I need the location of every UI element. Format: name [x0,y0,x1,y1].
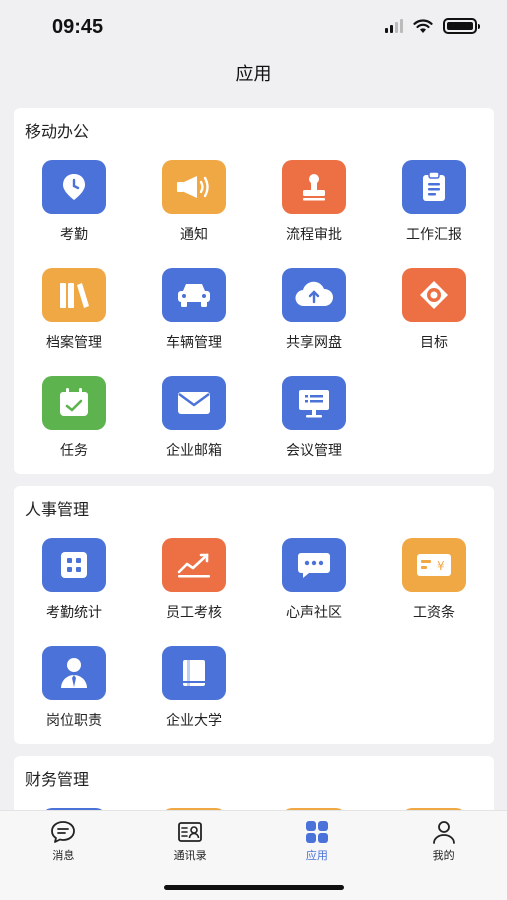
tab-apps[interactable]: 应用 [254,811,381,867]
stamp-icon [282,160,346,214]
app-finance-3[interactable] [254,798,374,810]
tab-label: 我的 [432,849,455,862]
app-meetings[interactable]: 会议管理 [254,366,374,474]
section-title: 财务管理 [25,770,90,789]
app-label: 企业大学 [166,713,222,729]
app-attendance-stats[interactable]: 考勤统计 [14,528,134,636]
app-corporate-university[interactable]: 企业大学 [134,636,254,744]
app-archive[interactable]: 档案管理 [14,258,134,366]
profile-icon [432,821,455,844]
wifi-icon [413,18,433,33]
app-label: 车辆管理 [166,335,222,351]
section-title: 移动办公 [25,122,90,141]
tab-messages[interactable]: 消息 [0,811,127,867]
apps-grid-icon [305,821,328,843]
books-icon [42,268,106,322]
app-job-duties[interactable]: 岗位职责 [14,636,134,744]
section-finance-management: 财务管理 [14,756,494,810]
cloud-upload-icon [282,268,346,322]
app-vehicles[interactable]: 车辆管理 [134,258,254,366]
app-approval[interactable]: 流程审批 [254,150,374,258]
app-label: 共享网盘 [286,335,342,351]
svg-text:¥: ¥ [437,559,445,573]
section-hr-management: 人事管理 考勤统计 员工考核 心声社区 ¥ 工资条 岗位职责 企业大学 [14,486,494,744]
battery-icon [443,18,480,34]
chat-bubble-icon [282,538,346,592]
section-title: 人事管理 [25,500,90,519]
book-icon [162,646,226,700]
contacts-icon [178,822,203,842]
app-label: 心声社区 [286,605,342,621]
app-sections: 移动办公 考勤 通知 流程审批 工作汇报 档案管理 车辆管理 共享网盘 目标 任… [14,108,494,810]
app-label: 考勤统计 [46,605,102,621]
calendar-check-icon [42,376,106,430]
app-label: 考勤 [60,227,88,243]
tab-profile[interactable]: 我的 [380,811,507,867]
target-icon [402,268,466,322]
status-bar: 09:45 [0,0,507,56]
clipboard-icon [402,160,466,214]
app-notice[interactable]: 通知 [134,150,254,258]
presentation-board-icon [282,376,346,430]
car-icon [162,268,226,322]
app-label: 企业邮箱 [166,443,222,459]
tab-label: 应用 [305,849,328,862]
app-goals[interactable]: 目标 [374,258,494,366]
location-pin-icon [42,160,106,214]
app-label: 岗位职责 [46,713,102,729]
app-label: 会议管理 [286,443,342,459]
app-shared-drive[interactable]: 共享网盘 [254,258,374,366]
app-finance-1[interactable] [14,798,134,810]
app-label: 流程审批 [286,227,342,243]
tab-label: 消息 [52,849,75,862]
mail-icon [162,376,226,430]
app-label: 工资条 [413,605,455,621]
status-icons [385,18,480,34]
app-enterprise-mail[interactable]: 企业邮箱 [134,366,254,474]
tab-contacts[interactable]: 通讯录 [127,811,254,867]
salary-card-icon: ¥ [402,538,466,592]
section-mobile-office: 移动办公 考勤 通知 流程审批 工作汇报 档案管理 车辆管理 共享网盘 目标 任… [14,108,494,474]
person-tie-icon [42,646,106,700]
app-label: 工作汇报 [406,227,462,243]
app-label: 通知 [180,227,208,243]
app-label: 员工考核 [166,605,222,621]
app-tasks[interactable]: 任务 [14,366,134,474]
app-payslip[interactable]: ¥ 工资条 [374,528,494,636]
tab-label: 通讯录 [173,849,207,862]
app-label: 任务 [60,443,88,459]
stats-grid-icon [42,538,106,592]
app-community[interactable]: 心声社区 [254,528,374,636]
app-finance-4[interactable] [374,798,494,810]
megaphone-icon [162,160,226,214]
app-label: 档案管理 [46,335,102,351]
app-work-report[interactable]: 工作汇报 [374,150,494,258]
app-employee-review[interactable]: 员工考核 [134,528,254,636]
app-label: 目标 [420,335,448,351]
trend-chart-icon [162,538,226,592]
app-attendance[interactable]: 考勤 [14,150,134,258]
message-icon [51,821,76,843]
bottom-tab-bar: 消息 通讯录 应用 我的 [0,810,507,900]
app-finance-2[interactable] [134,798,254,810]
cellular-signal-icon [385,19,403,33]
status-time: 09:45 [52,16,104,38]
page-title: 应用 [235,64,272,85]
home-indicator [164,885,344,890]
